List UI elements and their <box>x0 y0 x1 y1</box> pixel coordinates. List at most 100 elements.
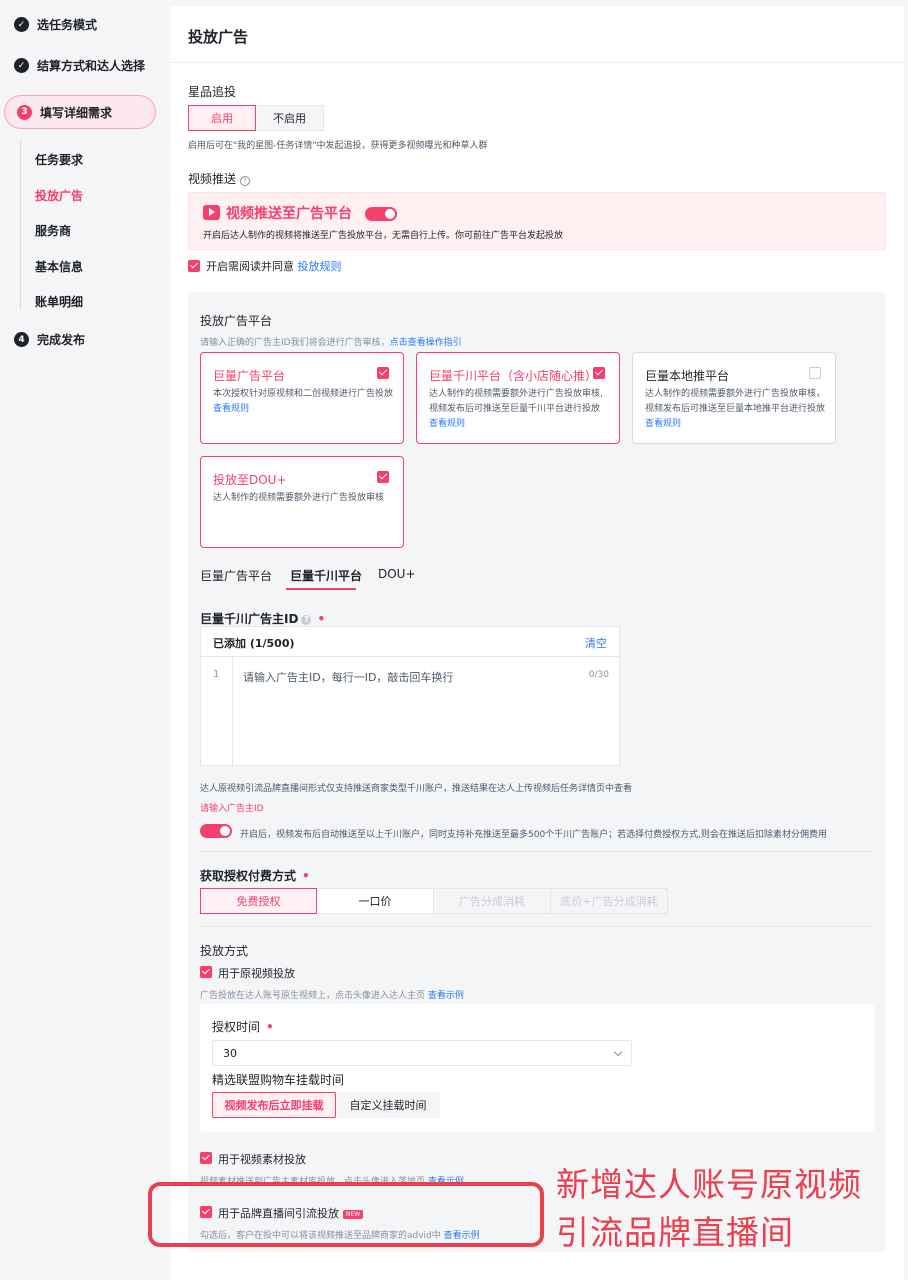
auth-fee-label: 获取授权付费方式 • <box>200 867 310 884</box>
added-count: 已添加 (1/500) <box>213 637 295 650</box>
card-checkbox[interactable] <box>809 367 821 379</box>
tab-juliang[interactable]: 巨量广告平台 <box>200 567 272 584</box>
page-title: 投放广告 <box>188 28 249 46</box>
substep-ad-placement[interactable]: 投放广告 <box>35 187 83 204</box>
star-chase-hint: 启用后可在"我的星图-任务详情"中发起追投，获得更多视频曝光和种草人群 <box>188 141 488 151</box>
card-title: 巨量本地推平台 <box>645 369 730 383</box>
step-settlement[interactable]: ✓ 结算方式和达人选择 <box>14 57 145 74</box>
video-push-title: 视频推送至广告平台 <box>226 206 352 222</box>
card-title: 巨量广告平台 <box>213 369 286 383</box>
card-desc: 达人制作的视频需要额外进行广告投放审核 <box>213 493 385 503</box>
base-plus-share-option: 底价+广告分成消耗 <box>551 888 668 914</box>
qianchuan-note: 达人原视频引流品牌直播间形式仅支持推送商家类型千川账户，推送结果在达人上传视频后… <box>200 784 633 794</box>
substep-task-requirements[interactable]: 任务要求 <box>35 151 83 168</box>
platform-card-qianchuan[interactable]: 巨量千川平台（含小店随心推） 达人制作的视频需要额外进行广告投放审核, 视频发布… <box>416 352 620 444</box>
card-desc: 达人制作的视频需要额外进行广告投放审核，视频发布后可推送至巨量本地推平台进行投放… <box>645 387 825 432</box>
required-mark: • <box>266 1020 274 1034</box>
video-push-switch[interactable] <box>365 207 397 221</box>
id-error-text: 请输入广告主ID <box>200 804 264 814</box>
material-checkbox[interactable] <box>200 1152 212 1164</box>
free-auth-option[interactable]: 免费授权 <box>200 888 317 914</box>
star-chase-toggle: 启用 不启用 <box>188 105 324 131</box>
method-label: 投放方式 <box>200 944 249 958</box>
immediate-mount-option[interactable]: 视频发布后立即挂载 <box>212 1092 336 1118</box>
platform-card-local[interactable]: 巨量本地推平台 达人制作的视频需要额外进行广告投放审核，视频发布后可推送至巨量本… <box>632 352 836 444</box>
substep-basic-info[interactable]: 基本信息 <box>35 258 83 275</box>
card-desc-text: 达人制作的视频需要额外进行广告投放审核, 视频发布后可推送至巨量千川平台进行投放 <box>429 389 603 414</box>
card-checkbox[interactable] <box>593 367 605 379</box>
video-push-label: 视频推送? <box>188 170 251 187</box>
required-mark: • <box>317 612 326 626</box>
auto-push-desc: 开启后，视频发布后自动推送至以上千川账户，同时支持补充推送至最多500个千川广告… <box>240 830 828 840</box>
section-divider <box>200 851 874 852</box>
platform-card-juliang[interactable]: 巨量广告平台 本次授权针对原视频和二创视频进行广告投放 查看规则 <box>200 352 404 444</box>
char-counter: 0/30 <box>588 670 609 680</box>
video-play-icon <box>203 205 220 220</box>
fixed-price-option[interactable]: 一口价 <box>317 888 434 914</box>
cart-time-options: 视频发布后立即挂载 自定义挂载时间 <box>212 1092 440 1118</box>
clear-button[interactable]: 清空 <box>585 635 607 651</box>
section-divider <box>200 926 874 927</box>
step-fill-details[interactable]: 3 填写详细需求 <box>4 95 156 129</box>
card-checkbox[interactable] <box>377 367 389 379</box>
card-title: 巨量千川平台（含小店随心推） <box>429 369 598 383</box>
agree-checkbox[interactable] <box>188 260 200 272</box>
auto-push-switch[interactable] <box>200 824 232 838</box>
annotation-line-1: 新增达人账号原视频 <box>556 1165 862 1204</box>
card-rules-link[interactable]: 查看规则 <box>429 419 465 429</box>
tab-qianchuan[interactable]: 巨量千川平台 <box>290 567 362 584</box>
guide-link[interactable]: 点击查看操作指引 <box>390 338 462 348</box>
original-video-checkbox[interactable] <box>200 966 212 978</box>
auth-time-value: 30 <box>223 1047 237 1060</box>
platform-label: 投放广告平台 <box>200 314 273 328</box>
auth-time-select[interactable]: 30 <box>212 1040 632 1066</box>
star-chase-label: 星品追投 <box>188 85 237 99</box>
check-icon: ✓ <box>14 17 29 32</box>
material-label[interactable]: 用于视频素材投放 <box>218 1151 306 1167</box>
card-desc-text: 本次授权针对原视频和二创视频进行广告投放 <box>213 389 394 399</box>
platform-card-dou[interactable]: 投放至DOU+ 达人制作的视频需要额外进行广告投放审核 <box>200 456 404 548</box>
original-video-hint: 广告投放在达人账号原生视频上，点击头像进入达人主页 查看示例 <box>200 988 464 1001</box>
step-number: 4 <box>14 332 29 347</box>
step-publish[interactable]: 4 完成发布 <box>14 331 85 348</box>
enable-option[interactable]: 启用 <box>188 105 256 131</box>
line-gutter: 1 <box>201 657 233 767</box>
card-checkbox[interactable] <box>377 471 389 483</box>
tab-dou[interactable]: DOU+ <box>378 567 416 581</box>
original-video-label[interactable]: 用于原视频投放 <box>218 965 295 981</box>
advertiser-id-input[interactable]: 请输入广告主ID，每行一ID，敲击回车换行 <box>243 669 453 685</box>
advertiser-id-label: 巨量千川广告主ID? • <box>200 610 325 627</box>
card-title: 投放至DOU+ <box>213 473 287 487</box>
card-rules-link[interactable]: 查看规则 <box>213 404 249 414</box>
id-box-header: 已添加 (1/500) 清空 <box>201 627 619 657</box>
chevron-down-icon <box>613 1047 623 1057</box>
substep-service-provider[interactable]: 服务商 <box>35 222 71 239</box>
example-link[interactable]: 查看示例 <box>428 991 464 1001</box>
agree-text: 开启需阅读并同意 <box>206 260 294 273</box>
substep-list: 任务要求 投放广告 服务商 基本信息 账单明细 <box>20 140 160 310</box>
substep-bill-details[interactable]: 账单明细 <box>35 293 83 310</box>
ad-share-option: 广告分成消耗 <box>434 888 551 914</box>
disable-option[interactable]: 不启用 <box>256 105 324 131</box>
help-icon[interactable]: ? <box>301 614 312 625</box>
check-icon: ✓ <box>14 58 29 73</box>
advertiser-id-box: 已添加 (1/500) 清空 1 请输入广告主ID，每行一ID，敲击回车换行 0… <box>200 626 620 767</box>
card-desc: 本次授权针对原视频和二创视频进行广告投放 查看规则 <box>213 387 393 417</box>
platform-hint-text: 请输入正确的广告主ID我们将会进行广告审核， <box>200 338 390 348</box>
custom-mount-option[interactable]: 自定义挂载时间 <box>336 1092 440 1118</box>
help-icon[interactable]: ? <box>240 176 251 186</box>
card-desc-text: 达人制作的视频需要额外进行广告投放审核，视频发布后可推送至巨量本地推平台进行投放 <box>645 389 826 414</box>
rules-link[interactable]: 投放规则 <box>298 260 342 273</box>
card-rules-link[interactable]: 查看规则 <box>645 419 681 429</box>
step-label: 结算方式和达人选择 <box>37 59 146 73</box>
step-label: 完成发布 <box>37 333 86 347</box>
auth-fee-options: 免费授权 一口价 广告分成消耗 底价+广告分成消耗 <box>200 888 668 914</box>
step-sidebar: ✓ 选任务模式 ✓ 结算方式和达人选择 3 填写详细需求 任务要求 投放广告 服… <box>0 0 170 1280</box>
main-panel: 投放广告 星品追投 启用 不启用 启用后可在"我的星图-任务详情"中发起追投，获… <box>170 6 904 1280</box>
cart-time-label: 精选联盟购物车挂载时间 <box>212 1073 345 1087</box>
video-push-desc: 开启后达人制作的视频将推送至广告投放平台，无需自行上传。你可前往广告平台发起投放 <box>203 231 564 241</box>
agree-line: 开启需阅读并同意 投放规则 <box>206 258 342 274</box>
original-video-settings: 授权时间 • 30 精选联盟购物车挂载时间 视频发布后立即挂载 自定义挂载时间 <box>200 1004 874 1132</box>
step-select-mode[interactable]: ✓ 选任务模式 <box>14 16 97 33</box>
video-push-label-text: 视频推送 <box>188 172 237 186</box>
